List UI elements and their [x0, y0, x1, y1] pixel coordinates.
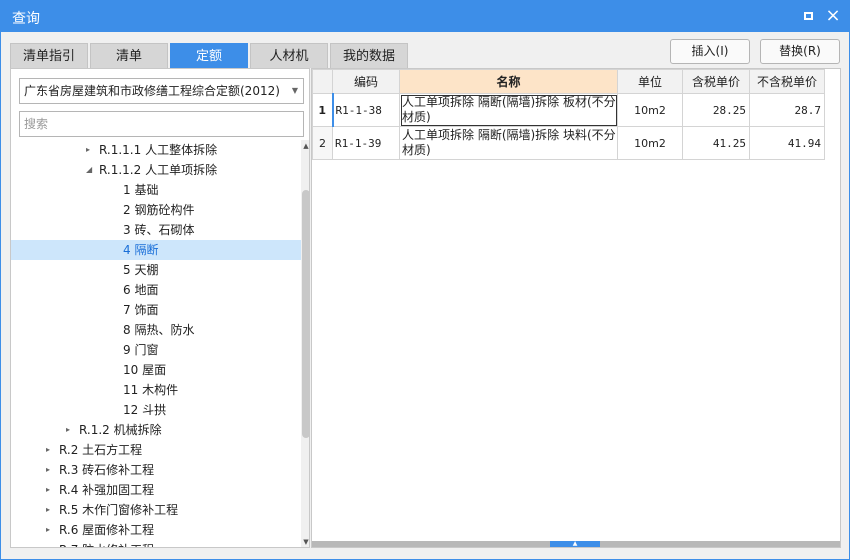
- library-select-value: 广东省房屋建筑和市政修缮工程综合定额(2012): [24, 84, 280, 98]
- maximize-icon: [803, 12, 813, 20]
- window-title: 查询: [12, 11, 40, 27]
- tree-item[interactable]: 11 木构件: [11, 380, 301, 400]
- row-index[interactable]: 1: [312, 93, 334, 127]
- tab-list[interactable]: 清单: [90, 43, 168, 68]
- table-row[interactable]: 2 R1-1-39 人工单项拆除 隔断(隔墙)拆除 块料(不分材质) 10m2 …: [312, 126, 825, 160]
- tree-item-label: R.3 砖石修补工程: [59, 463, 155, 477]
- expand-arrow-icon[interactable]: ▸: [46, 500, 50, 520]
- tree-item-label: R.1.2 机械拆除: [79, 423, 162, 437]
- tree-item-label: R.1.1.2 人工单项拆除: [99, 163, 218, 177]
- tree-item-label: R.6 屋面修补工程: [59, 523, 155, 537]
- tree-item[interactable]: ▸ R.1.1.1 人工整体拆除: [11, 140, 301, 160]
- tree-item[interactable]: 4 隔断: [11, 240, 301, 260]
- row-index[interactable]: 2: [312, 126, 333, 160]
- cell-code[interactable]: R1-1-39: [332, 126, 400, 160]
- tree-item[interactable]: ◢ R.1.1.2 人工单项拆除: [11, 160, 301, 180]
- cell-code[interactable]: R1-1-38: [332, 93, 400, 127]
- tree-item-label: R.2 土石方工程: [59, 443, 143, 457]
- tree-scrollbar[interactable]: ▲ ▼: [301, 140, 309, 547]
- results-panel: 编码 名称 单位 含税单价 不含税单价 1 R1-1-38 人工单项拆除 隔断(…: [311, 68, 841, 548]
- tab-quota[interactable]: 定额: [170, 43, 248, 68]
- category-tree: ▸ R.1.1.1 人工整体拆除 ◢ R.1.1.2 人工单项拆除 1 基础 2 钢筋砼构…: [11, 140, 301, 547]
- tree-item-label: R.5 木作门窗修补工程: [59, 503, 179, 517]
- col-header-code[interactable]: 编码: [332, 69, 400, 94]
- tree-item-label: 6 地面: [123, 283, 159, 297]
- tree-item[interactable]: ▸ R.7 防水修补工程: [11, 540, 301, 547]
- col-header-index: [312, 69, 333, 94]
- tab-materials[interactable]: 人材机: [250, 43, 328, 68]
- cell-unit[interactable]: 10m2: [617, 126, 683, 160]
- expand-arrow-icon[interactable]: ▸: [46, 480, 50, 500]
- cell-name[interactable]: 人工单项拆除 隔断(隔墙)拆除 块料(不分材质): [399, 126, 618, 160]
- results-table: 编码 名称 单位 含税单价 不含税单价 1 R1-1-38 人工单项拆除 隔断(…: [312, 69, 825, 160]
- tree-item-label: 11 木构件: [123, 383, 179, 397]
- tree-item[interactable]: 10 屋面: [11, 360, 301, 380]
- tree-item-label: R.1.1.1 人工整体拆除: [99, 143, 218, 157]
- tree-item[interactable]: ▸ R.5 木作门窗修补工程: [11, 500, 301, 520]
- tree-item[interactable]: 6 地面: [11, 280, 301, 300]
- close-button[interactable]: ×: [824, 7, 842, 25]
- library-select[interactable]: 广东省房屋建筑和市政修缮工程综合定额(2012) ▼: [19, 78, 304, 104]
- maximize-button[interactable]: [799, 7, 817, 25]
- tab-list-guide[interactable]: 清单指引: [10, 43, 88, 68]
- expand-arrow-icon[interactable]: ▸: [86, 140, 90, 160]
- table-header-row: 编码 名称 单位 含税单价 不含税单价: [312, 69, 825, 94]
- tree-item[interactable]: ▸ R.3 砖石修补工程: [11, 460, 301, 480]
- tree-item[interactable]: ▸ R.2 土石方工程: [11, 440, 301, 460]
- tree-item-label: 7 饰面: [123, 303, 159, 317]
- tree-item[interactable]: 9 门窗: [11, 340, 301, 360]
- tree-item-label: 4 隔断: [123, 243, 159, 257]
- cell-price-notax[interactable]: 41.94: [749, 126, 825, 160]
- chevron-down-icon: ▼: [291, 86, 298, 95]
- replace-button[interactable]: 替换(R): [760, 39, 840, 64]
- tree-item[interactable]: 8 隔热、防水: [11, 320, 301, 340]
- cell-price-tax[interactable]: 28.25: [682, 93, 750, 127]
- tree-item-label: R.7 防水修补工程: [59, 540, 154, 547]
- tree-item[interactable]: 2 钢筋砼构件: [11, 200, 301, 220]
- tree-item-label: 5 天棚: [123, 263, 159, 277]
- tree-item[interactable]: ▸ R.1.2 机械拆除: [11, 420, 301, 440]
- tree-item[interactable]: ▸ R.4 补强加固工程: [11, 480, 301, 500]
- collapse-arrow-icon[interactable]: ◢: [86, 160, 92, 180]
- tree-item-label: 8 隔热、防水: [123, 323, 195, 337]
- tree-item-label: 12 斗拱: [123, 403, 167, 417]
- cell-name[interactable]: 人工单项拆除 隔断(隔墙)拆除 板材(不分材质): [399, 93, 618, 127]
- expand-arrow-icon[interactable]: ▸: [46, 460, 50, 480]
- expand-arrow-icon[interactable]: ▸: [46, 520, 50, 540]
- tree-item[interactable]: 1 基础: [11, 180, 301, 200]
- col-header-unit[interactable]: 单位: [617, 69, 683, 94]
- tree-item-label: R.4 补强加固工程: [59, 483, 155, 497]
- tree-item-label: 1 基础: [123, 183, 159, 197]
- panel-splitter-handle[interactable]: ▲: [550, 541, 600, 547]
- tree-item[interactable]: 12 斗拱: [11, 400, 301, 420]
- tree-item-label: 10 屋面: [123, 363, 167, 377]
- tree-item-label: 3 砖、石砌体: [123, 223, 195, 237]
- tree-item-label: 9 门窗: [123, 343, 159, 357]
- scroll-down-icon[interactable]: ▼: [301, 536, 309, 547]
- expand-arrow-icon[interactable]: ▸: [46, 440, 50, 460]
- tree-item[interactable]: 7 饰面: [11, 300, 301, 320]
- col-header-price-tax[interactable]: 含税单价: [682, 69, 750, 94]
- tree-item[interactable]: 3 砖、石砌体: [11, 220, 301, 240]
- tree-item-label: 2 钢筋砼构件: [123, 203, 195, 217]
- scroll-thumb[interactable]: [302, 190, 309, 438]
- col-header-price-notax[interactable]: 不含税单价: [749, 69, 825, 94]
- table-row[interactable]: 1 R1-1-38 人工单项拆除 隔断(隔墙)拆除 板材(不分材质) 10m2 …: [312, 93, 825, 127]
- search-input[interactable]: 搜索: [19, 111, 304, 137]
- col-header-name[interactable]: 名称: [399, 69, 618, 94]
- left-panel: 广东省房屋建筑和市政修缮工程综合定额(2012) ▼ 搜索 ▸ R.1.1.1 人…: [10, 68, 310, 548]
- tree-item[interactable]: 5 天棚: [11, 260, 301, 280]
- cell-unit[interactable]: 10m2: [617, 93, 683, 127]
- tab-my-data[interactable]: 我的数据: [330, 43, 408, 68]
- expand-arrow-icon[interactable]: ▸: [66, 420, 70, 440]
- tree-item[interactable]: ▸ R.6 屋面修补工程: [11, 520, 301, 540]
- cell-price-tax[interactable]: 41.25: [682, 126, 750, 160]
- insert-button[interactable]: 插入(I): [670, 39, 750, 64]
- scroll-up-icon[interactable]: ▲: [301, 140, 309, 152]
- cell-price-notax[interactable]: 28.7: [749, 93, 825, 127]
- expand-arrow-icon[interactable]: ▸: [46, 540, 50, 547]
- title-bar: 查询 ×: [0, 0, 850, 32]
